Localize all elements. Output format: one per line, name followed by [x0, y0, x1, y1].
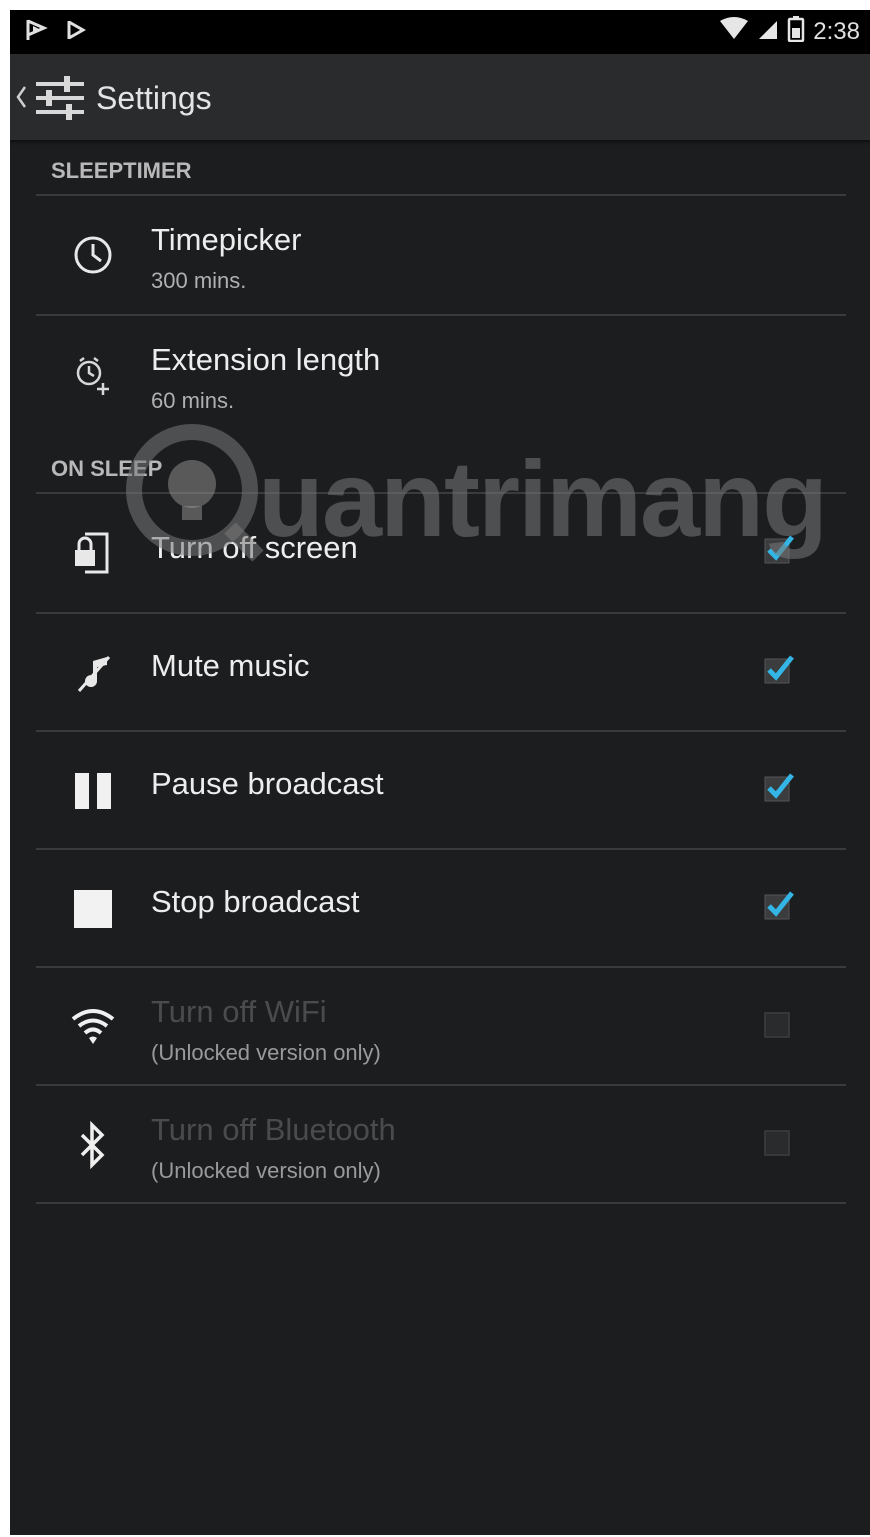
setting-label: Pause broadcast	[151, 766, 384, 801]
mute-music-checkbox[interactable]	[764, 654, 794, 684]
setting-label: Mute music	[151, 648, 310, 683]
stop-broadcast-checkbox[interactable]	[764, 890, 794, 920]
phone-screen: 2:38 Settings SLEEPTIMER Timepicker 300 …	[10, 10, 870, 1535]
alarm-add-icon	[68, 350, 118, 400]
setting-extension-length[interactable]: Extension length 60 mins.	[36, 316, 846, 432]
setting-turn-off-wifi[interactable]: Turn off WiFi (Unlocked version only)	[36, 968, 846, 1084]
lock-screen-icon	[68, 528, 118, 578]
action-bar: Settings	[10, 54, 870, 140]
pause-broadcast-checkbox[interactable]	[764, 772, 794, 802]
setting-stop-broadcast[interactable]: Stop broadcast	[36, 850, 846, 966]
setting-label: Stop broadcast	[151, 884, 360, 919]
setting-label: Turn off Bluetooth	[151, 1112, 396, 1147]
back-chevron-icon[interactable]	[14, 84, 28, 115]
setting-label: Turn off screen	[151, 530, 358, 565]
battery-icon	[787, 16, 805, 47]
setting-label: Extension length	[151, 342, 381, 377]
section-header-on-sleep: ON SLEEP	[51, 456, 163, 481]
wifi-icon	[68, 1002, 118, 1052]
mute-music-icon	[68, 648, 118, 698]
notification-play-flag-icon	[24, 18, 48, 47]
status-bar: 2:38	[10, 10, 870, 54]
turn-off-wifi-checkbox[interactable]	[764, 1008, 794, 1038]
turn-off-screen-checkbox[interactable]	[764, 534, 794, 564]
setting-label: Timepicker	[151, 222, 302, 257]
setting-value: 60 mins.	[151, 388, 235, 413]
setting-sub: (Unlocked version only)	[151, 1040, 381, 1065]
turn-off-bluetooth-checkbox[interactable]	[764, 1126, 794, 1156]
setting-turn-off-bluetooth[interactable]: Turn off Bluetooth (Unlocked version onl…	[36, 1086, 846, 1202]
setting-timepicker[interactable]: Timepicker 300 mins.	[36, 196, 846, 312]
setting-mute-music[interactable]: Mute music	[36, 614, 846, 730]
setting-turn-off-screen[interactable]: Turn off screen	[36, 494, 846, 610]
wifi-signal-icon	[719, 17, 749, 46]
setting-pause-broadcast[interactable]: Pause broadcast	[36, 732, 846, 848]
notification-play-icon	[66, 18, 87, 47]
stop-icon	[68, 884, 118, 934]
cell-signal-icon	[757, 17, 779, 46]
setting-label: Turn off WiFi	[151, 994, 327, 1029]
section-header-sleeptimer: SLEEPTIMER	[51, 158, 192, 183]
setting-sub: (Unlocked version only)	[151, 1158, 381, 1183]
setting-value: 300 mins.	[151, 268, 247, 293]
bluetooth-icon	[68, 1120, 118, 1170]
pause-icon	[68, 766, 118, 816]
page-title: Settings	[96, 80, 212, 116]
settings-sliders-icon[interactable]	[32, 72, 88, 127]
clock-icon	[68, 230, 118, 280]
divider	[36, 1202, 846, 1204]
status-time: 2:38	[813, 17, 860, 45]
